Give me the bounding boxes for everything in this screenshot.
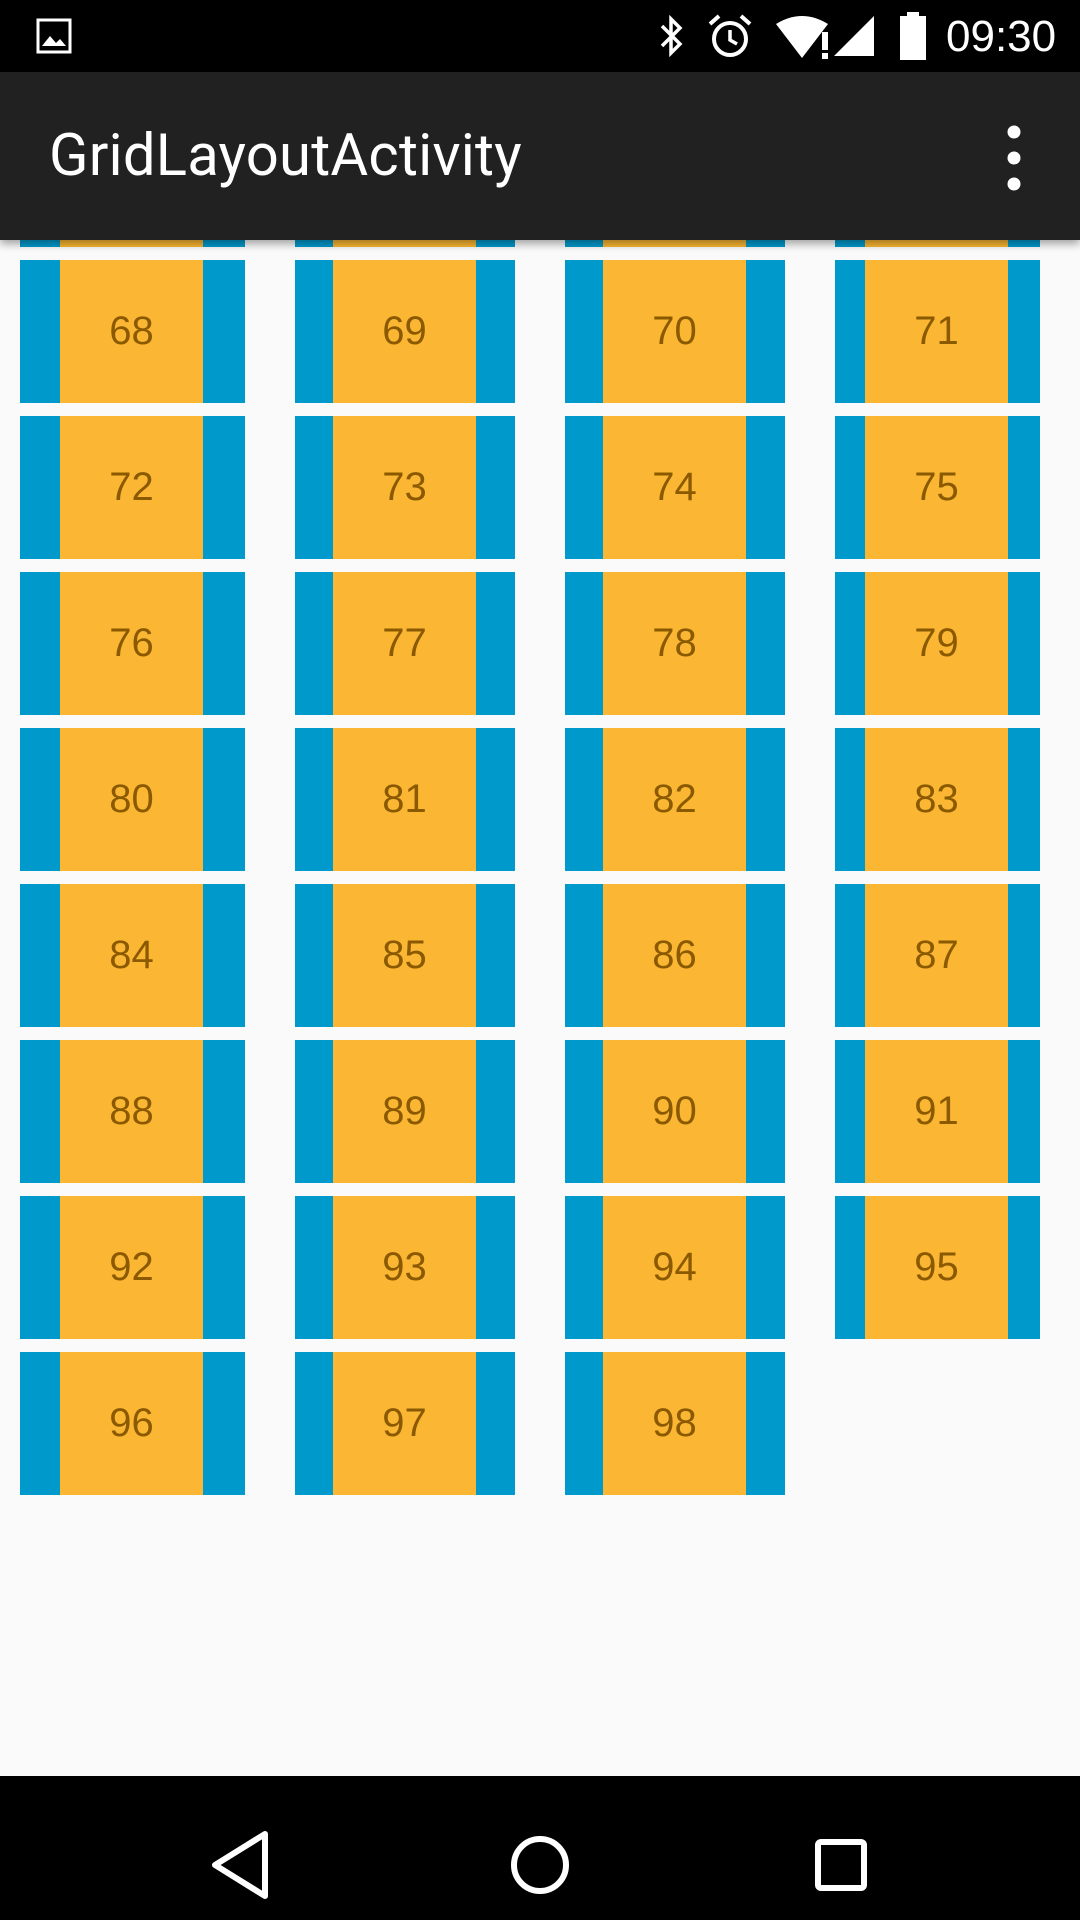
grid-item: 72 bbox=[20, 416, 245, 559]
grid-item-label: 80 bbox=[60, 728, 203, 871]
grid-item-label: 95 bbox=[865, 1196, 1008, 1339]
grid-item-partial bbox=[565, 240, 785, 247]
grid-item-label: 89 bbox=[333, 1040, 476, 1183]
grid-item: 95 bbox=[835, 1196, 1040, 1339]
grid-item: 91 bbox=[835, 1040, 1040, 1183]
grid-item-label: 94 bbox=[603, 1196, 746, 1339]
grid-item-label: 78 bbox=[603, 572, 746, 715]
grid-item-label: 85 bbox=[333, 884, 476, 1027]
battery-icon bbox=[898, 12, 928, 60]
grid-item-label: 90 bbox=[603, 1040, 746, 1183]
grid-item: 87 bbox=[835, 884, 1040, 1027]
grid-item: 88 bbox=[20, 1040, 245, 1183]
grid-item: 85 bbox=[295, 884, 515, 1027]
grid-item: 96 bbox=[20, 1352, 245, 1495]
grid-layout[interactable]: 68 69 70 71 72 73 74 75 76 77 78 79 80 81 82 83 84 85 86 87… bbox=[0, 240, 1080, 1776]
grid-item: 74 bbox=[565, 416, 785, 559]
grid-item-label: 98 bbox=[603, 1352, 746, 1495]
recents-button[interactable] bbox=[760, 1776, 920, 1920]
grid-item-partial bbox=[835, 240, 1040, 247]
grid-item: 98 bbox=[565, 1352, 785, 1495]
grid-item: 76 bbox=[20, 572, 245, 715]
grid-item-label: 69 bbox=[333, 260, 476, 403]
image-icon bbox=[36, 18, 72, 54]
page-title: GridLayoutActivity bbox=[49, 122, 522, 190]
wifi-alert-icon bbox=[774, 14, 836, 60]
grid-item: 94 bbox=[565, 1196, 785, 1339]
grid-item-label: 96 bbox=[60, 1352, 203, 1495]
grid-item-label: 76 bbox=[60, 572, 203, 715]
grid-item-label: 73 bbox=[333, 416, 476, 559]
grid-item-label: 88 bbox=[60, 1040, 203, 1183]
grid-item-label: 81 bbox=[333, 728, 476, 871]
status-bar: 09:30 bbox=[0, 0, 1080, 72]
grid-item: 81 bbox=[295, 728, 515, 871]
grid-item: 84 bbox=[20, 884, 245, 1027]
back-button[interactable] bbox=[162, 1776, 322, 1920]
grid-item-label: 70 bbox=[603, 260, 746, 403]
grid-item: 68 bbox=[20, 260, 245, 403]
grid-item-label: 75 bbox=[865, 416, 1008, 559]
grid-item: 71 bbox=[835, 260, 1040, 403]
grid-item: 92 bbox=[20, 1196, 245, 1339]
overflow-menu-icon[interactable] bbox=[994, 118, 1034, 198]
grid-item: 70 bbox=[565, 260, 785, 403]
grid-item-label: 71 bbox=[865, 260, 1008, 403]
grid-item-label: 77 bbox=[333, 572, 476, 715]
recents-icon bbox=[815, 1839, 867, 1891]
grid-item-label: 97 bbox=[333, 1352, 476, 1495]
grid-item: 82 bbox=[565, 728, 785, 871]
app-bar: GridLayoutActivity bbox=[0, 72, 1080, 240]
grid-item-label: 92 bbox=[60, 1196, 203, 1339]
grid-item: 93 bbox=[295, 1196, 515, 1339]
grid-item: 86 bbox=[565, 884, 785, 1027]
grid-item: 77 bbox=[295, 572, 515, 715]
grid-item: 80 bbox=[20, 728, 245, 871]
home-button[interactable] bbox=[460, 1776, 620, 1920]
grid-item-label: 68 bbox=[60, 260, 203, 403]
grid-item: 97 bbox=[295, 1352, 515, 1495]
grid-item-label: 84 bbox=[60, 884, 203, 1027]
alarm-icon bbox=[706, 12, 754, 60]
grid-item-label: 87 bbox=[865, 884, 1008, 1027]
back-icon bbox=[212, 1831, 268, 1899]
grid-item-label: 91 bbox=[865, 1040, 1008, 1183]
navigation-bar bbox=[0, 1776, 1080, 1920]
grid-item: 75 bbox=[835, 416, 1040, 559]
grid-item: 78 bbox=[565, 572, 785, 715]
grid-item: 83 bbox=[835, 728, 1040, 871]
grid-item: 69 bbox=[295, 260, 515, 403]
grid-item-label: 72 bbox=[60, 416, 203, 559]
grid-item-partial bbox=[295, 240, 515, 247]
home-icon bbox=[511, 1836, 569, 1894]
grid-item: 73 bbox=[295, 416, 515, 559]
grid-item-label: 82 bbox=[603, 728, 746, 871]
status-time: 09:30 bbox=[946, 12, 1057, 61]
grid-item-label: 79 bbox=[865, 572, 1008, 715]
grid-item-partial bbox=[20, 240, 245, 247]
grid-item-label: 74 bbox=[603, 416, 746, 559]
bluetooth-icon bbox=[656, 14, 688, 58]
grid-item-label: 83 bbox=[865, 728, 1008, 871]
grid-item-label: 93 bbox=[333, 1196, 476, 1339]
grid-item: 90 bbox=[565, 1040, 785, 1183]
cellular-signal-icon bbox=[832, 14, 876, 58]
grid-item-label: 86 bbox=[603, 884, 746, 1027]
grid-item: 79 bbox=[835, 572, 1040, 715]
grid-item: 89 bbox=[295, 1040, 515, 1183]
